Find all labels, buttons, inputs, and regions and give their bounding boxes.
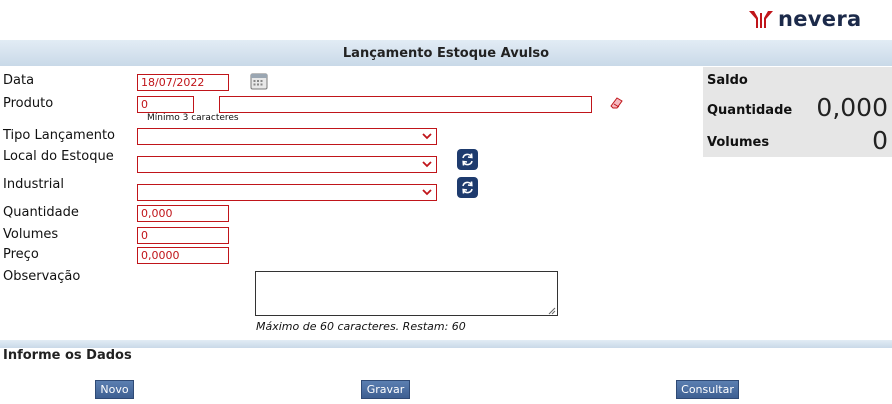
chevron-down-icon: [422, 189, 432, 196]
tipo-lancamento-label: Tipo Lançamento: [3, 128, 116, 143]
saldo-volumes-label: Volumes: [707, 135, 770, 150]
saldo-quantidade-label: Quantidade: [707, 103, 793, 118]
industrial-select[interactable]: [137, 184, 437, 201]
observacao-hint: Máximo de 60 caracteres. Restam: 60: [256, 320, 466, 333]
observacao-label: Observação: [3, 269, 81, 284]
quantidade-label: Quantidade: [3, 205, 79, 220]
gravar-button[interactable]: Gravar: [361, 380, 410, 399]
data-field[interactable]: 18/07/2022: [137, 74, 229, 91]
calendar-icon[interactable]: [250, 72, 268, 90]
saldo-volumes-value: 0: [872, 126, 888, 155]
data-label: Data: [3, 73, 35, 88]
preco-field[interactable]: 0,0000: [137, 247, 229, 264]
produto-label: Produto: [3, 96, 54, 111]
novo-button[interactable]: Novo: [95, 380, 134, 399]
refresh-icon: [462, 181, 473, 194]
saldo-panel: Saldo Quantidade 0,000 Volumes 0: [703, 67, 892, 157]
saldo-quantidade-value: 0,000: [816, 93, 888, 122]
footer-bar: [0, 340, 892, 348]
eraser-icon[interactable]: [609, 96, 624, 110]
footer-title: Informe os Dados: [3, 348, 132, 363]
page: nevera Lançamento Estoque Avulso Data 18…: [0, 0, 892, 404]
page-title-bar: Lançamento Estoque Avulso: [0, 40, 892, 66]
industrial-refresh-icon[interactable]: [457, 177, 478, 198]
local-estoque-refresh-icon[interactable]: [457, 149, 478, 170]
volumes-field[interactable]: 0: [137, 227, 229, 244]
resize-handle-icon[interactable]: [548, 307, 556, 315]
preco-label: Preço: [3, 247, 39, 262]
page-title: Lançamento Estoque Avulso: [342, 45, 550, 61]
chevron-down-icon: [422, 133, 432, 140]
produto-code-field[interactable]: 0: [137, 96, 194, 113]
brand-logo: nevera: [748, 6, 861, 32]
chevron-down-icon: [422, 161, 432, 168]
tipo-lancamento-select[interactable]: [137, 128, 437, 145]
local-estoque-select[interactable]: [137, 156, 437, 173]
produto-hint: Mínimo 3 caracteres: [147, 113, 239, 123]
brand-logo-icon: [749, 11, 773, 28]
local-estoque-label: Local do Estoque: [3, 149, 114, 164]
brand-name: nevera: [778, 7, 862, 31]
produto-description-field[interactable]: [219, 96, 592, 113]
observacao-textarea[interactable]: [255, 271, 558, 316]
consultar-button[interactable]: Consultar: [676, 380, 739, 399]
quantidade-field[interactable]: 0,000: [137, 205, 229, 222]
saldo-title: Saldo: [707, 73, 748, 88]
industrial-label: Industrial: [3, 177, 64, 192]
volumes-label: Volumes: [3, 227, 59, 242]
refresh-icon: [462, 153, 473, 166]
